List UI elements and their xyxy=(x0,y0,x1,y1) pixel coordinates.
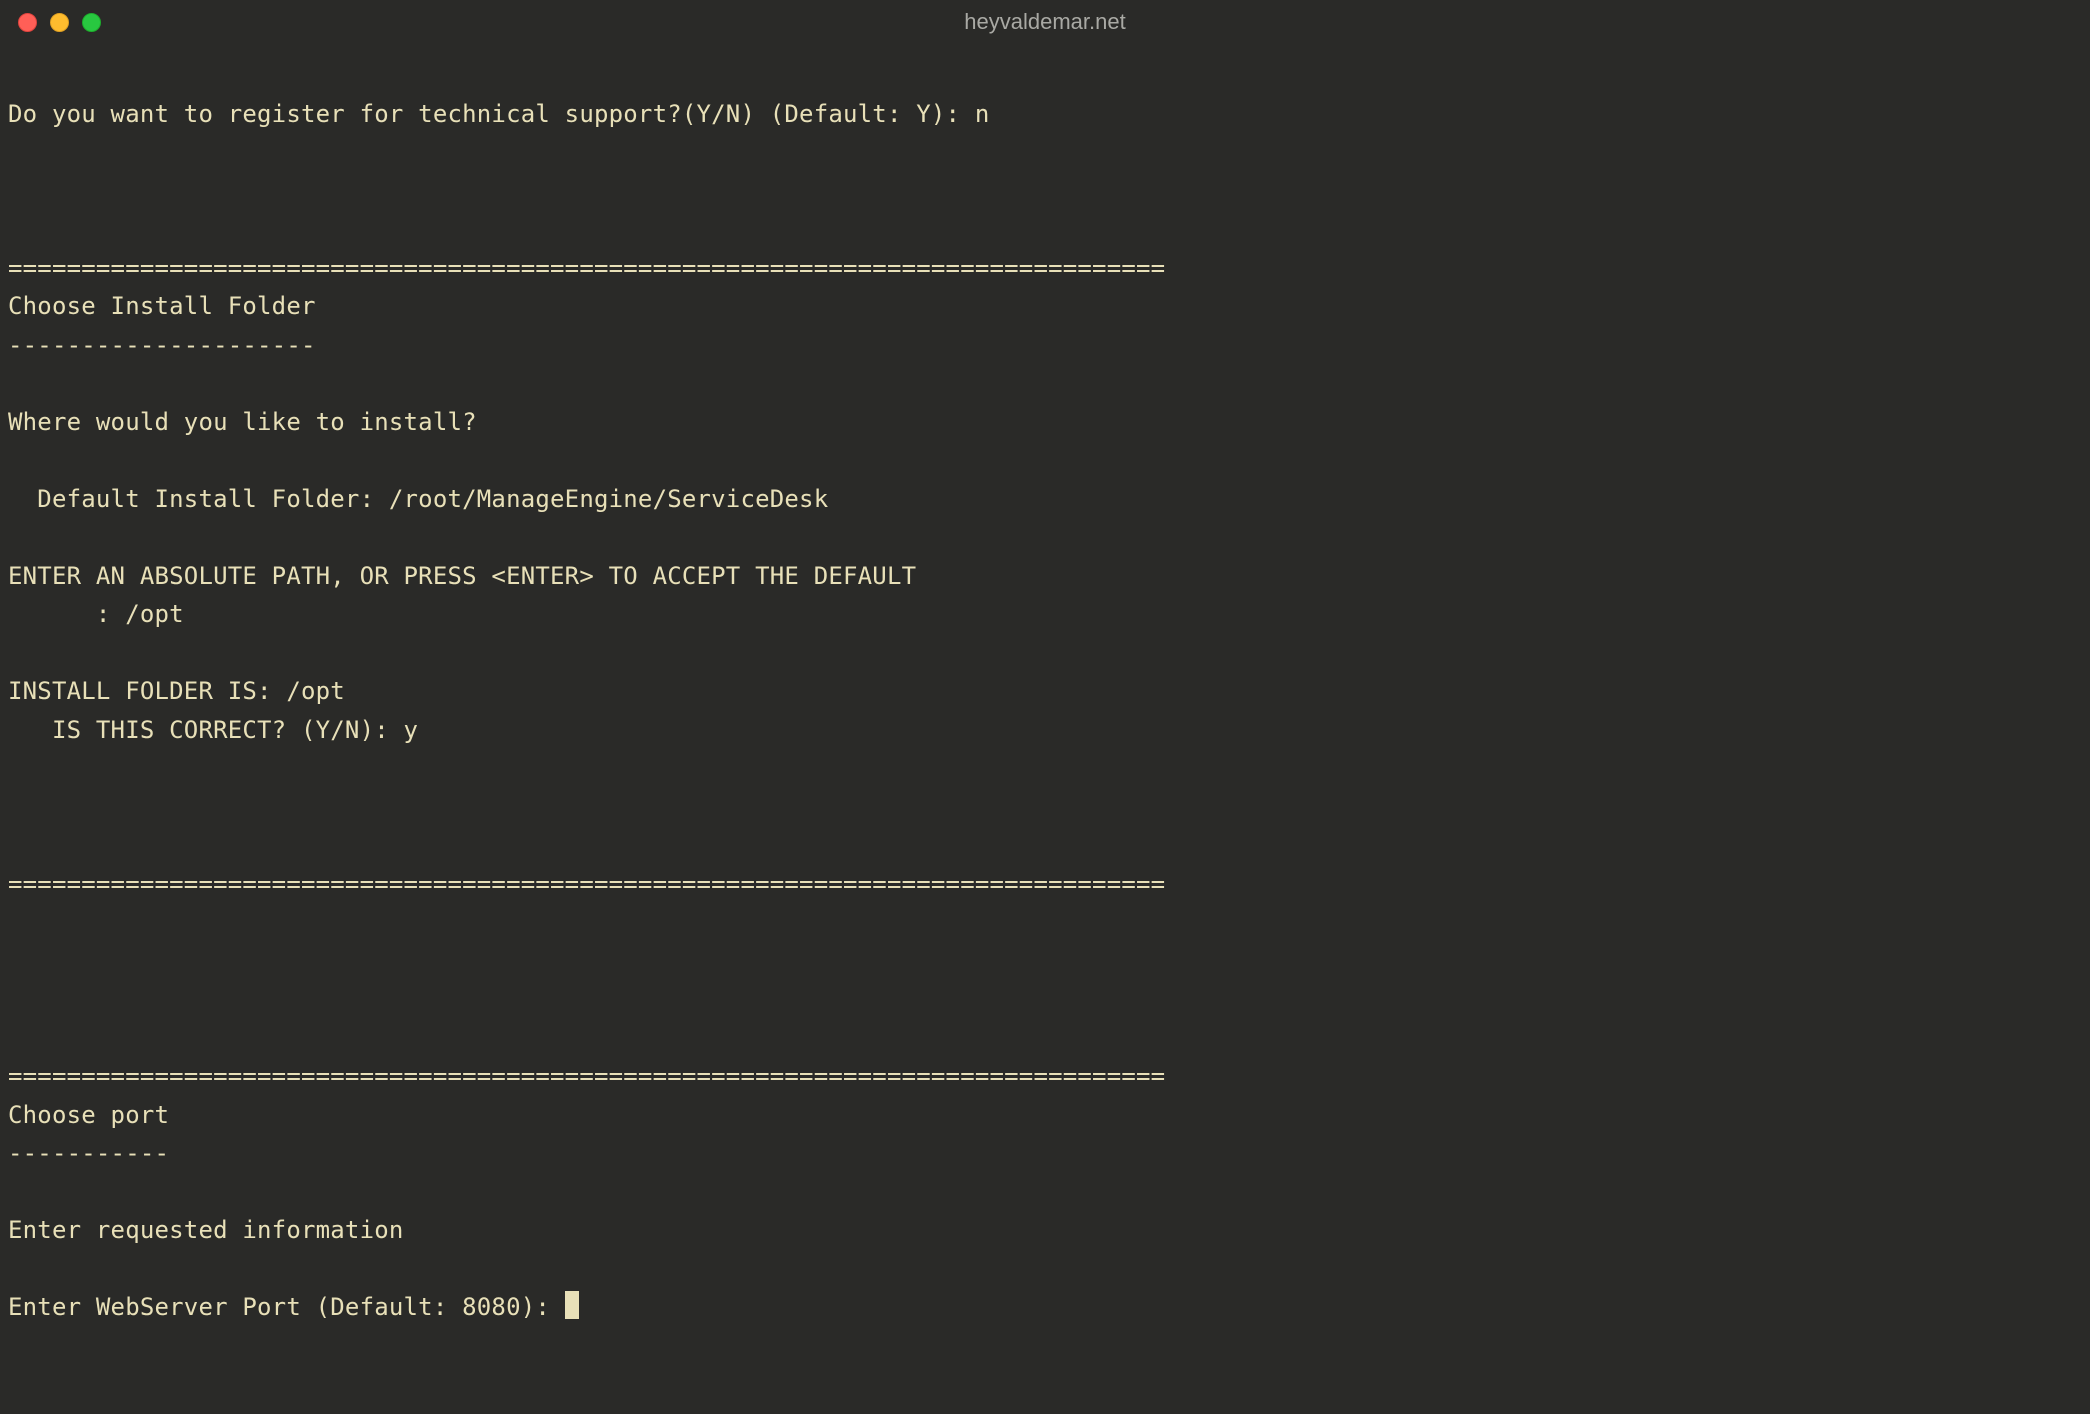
terminal-line: ========================================… xyxy=(8,870,1165,898)
maximize-button[interactable] xyxy=(82,13,101,32)
terminal-line: : /opt xyxy=(8,600,184,628)
terminal-output[interactable]: Do you want to register for technical su… xyxy=(0,44,2090,1335)
terminal-line: IS THIS CORRECT? (Y/N): y xyxy=(8,716,418,744)
terminal-line: ----------- xyxy=(8,1139,169,1167)
terminal-line: ========================================… xyxy=(8,1062,1165,1090)
terminal-line: Choose port xyxy=(8,1101,169,1129)
window-titlebar: heyvaldemar.net xyxy=(0,0,2090,44)
terminal-line: Where would you like to install? xyxy=(8,408,477,436)
terminal-line: Enter WebServer Port (Default: 8080): xyxy=(8,1293,565,1321)
terminal-line: Enter requested information xyxy=(8,1216,404,1244)
window-title: heyvaldemar.net xyxy=(964,9,1125,35)
terminal-line: Choose Install Folder xyxy=(8,292,316,320)
terminal-line: Do you want to register for technical su… xyxy=(8,100,990,128)
close-button[interactable] xyxy=(18,13,37,32)
terminal-line: INSTALL FOLDER IS: /opt xyxy=(8,677,345,705)
terminal-line: --------------------- xyxy=(8,331,316,359)
terminal-line: Default Install Folder: /root/ManageEngi… xyxy=(8,485,828,513)
traffic-lights xyxy=(18,13,101,32)
terminal-line: ENTER AN ABSOLUTE PATH, OR PRESS <ENTER>… xyxy=(8,562,916,590)
minimize-button[interactable] xyxy=(50,13,69,32)
cursor-icon xyxy=(565,1291,579,1319)
terminal-line: ========================================… xyxy=(8,254,1165,282)
